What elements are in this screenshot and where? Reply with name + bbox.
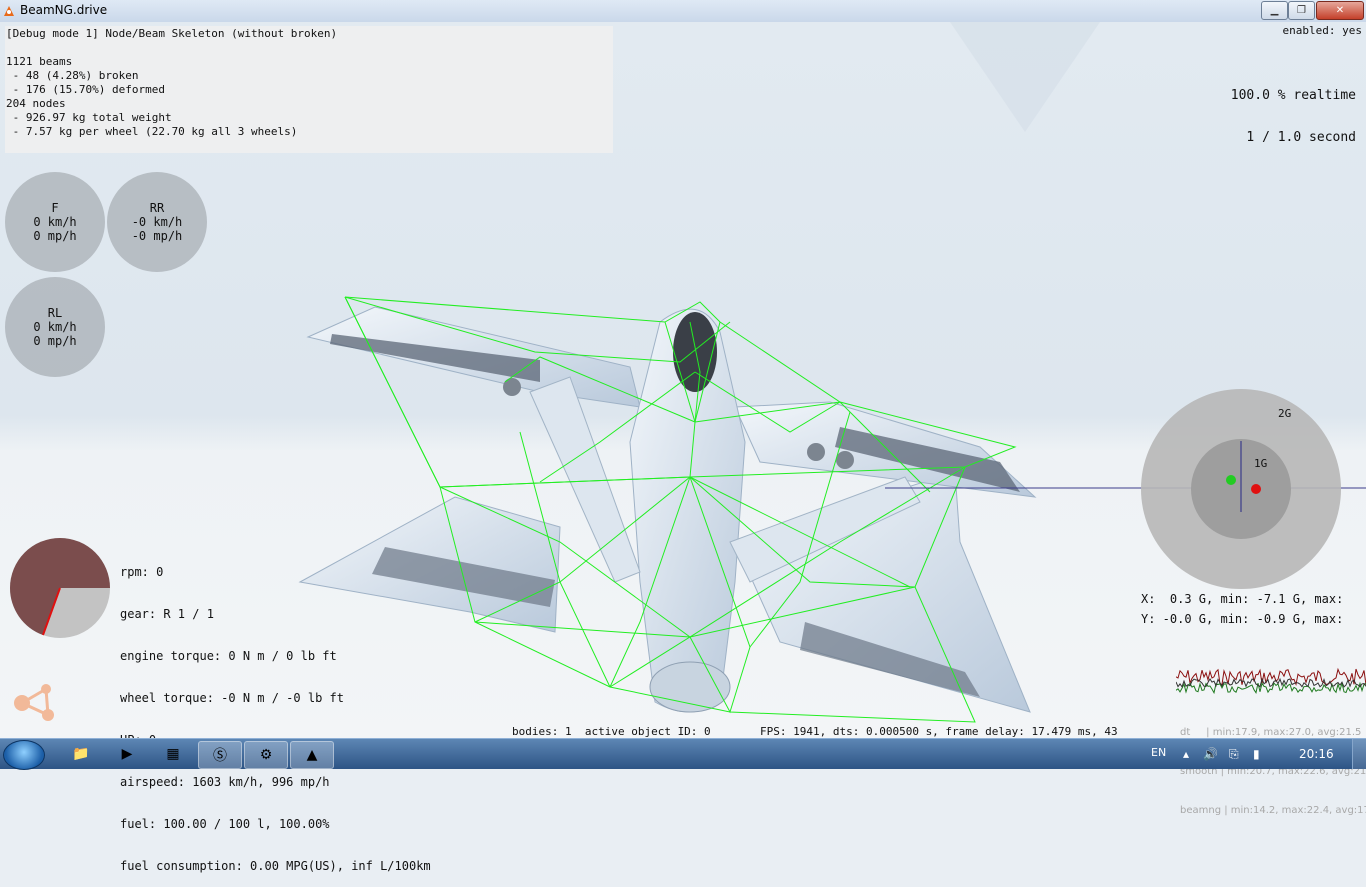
network-share-icon[interactable]: ⎘ xyxy=(1229,747,1239,762)
tray-expand-icon[interactable]: ▴ xyxy=(1183,747,1189,761)
g-current-dot xyxy=(1251,484,1261,494)
airspeed-readout: airspeed: 1603 km/h, 996 mp/h xyxy=(120,775,330,789)
wheel-f-gauge: F 0 km/h 0 mp/h xyxy=(5,172,105,272)
beamng-icon[interactable]: ▲ xyxy=(290,741,334,769)
maximize-button[interactable]: ❐ xyxy=(1288,1,1315,20)
realtime-readout: 100.0 % realtime 1 / 1.0 second xyxy=(1231,61,1356,159)
wheel-speed-kmh: 0 km/h xyxy=(33,320,77,334)
window-title-bar[interactable]: BeamNG.drive ▁ ❐ ✕ xyxy=(0,0,1366,23)
debug-header: [Debug mode 1] Node/Beam Skeleton (witho… xyxy=(6,27,338,40)
clock[interactable]: 20:16 xyxy=(1299,747,1334,761)
skype-icon[interactable]: Ⓢ xyxy=(198,741,242,769)
wheel-label: RR xyxy=(149,201,165,215)
engine-info: rpm: 0 gear: R 1 / 1 engine torque: 0 N … xyxy=(120,537,431,887)
g-y-readout: Y: -0.0 G, min: -0.9 G, max: xyxy=(1141,612,1344,626)
engine-torque-readout: engine torque: 0 N m / 0 lb ft xyxy=(120,649,337,663)
legend-beamng: beamng | min:14.2, max:22.4, avg:17.0 xyxy=(1180,805,1366,816)
beamng-app-icon xyxy=(4,6,14,16)
fuel-consumption-readout: fuel consumption: 0.00 MPG(US), inf L/10… xyxy=(120,859,431,873)
fps-stats: FPS: 1941, dts: 0.000500 s, frame delay:… xyxy=(760,725,1118,738)
nodes-count: 204 nodes xyxy=(6,97,66,110)
wheel-speed-mph: 0 mp/h xyxy=(33,229,77,243)
rpm-gauge xyxy=(10,538,110,638)
beams-count: 1121 beams xyxy=(6,55,73,68)
enabled-status: enabled: yes xyxy=(1282,24,1362,37)
wheel-speed-kmh: -0 km/h xyxy=(131,215,183,229)
window-title: BeamNG.drive xyxy=(20,3,108,17)
beams-deformed: - 176 (15.70%) deformed xyxy=(6,83,165,96)
g-x-readout: X: 0.3 G, min: -7.1 G, max: xyxy=(1141,592,1344,606)
g-label-1g: 1G xyxy=(1254,457,1267,470)
weight-per-wheel: - 7.57 kg per wheel (22.70 kg all 3 whee… xyxy=(6,125,298,138)
wheel-rr-gauge: RR -0 km/h -0 mp/h xyxy=(107,172,207,272)
wheel-rl-gauge: RL 0 km/h 0 mp/h xyxy=(5,277,105,377)
wheel-label: F xyxy=(51,201,59,215)
minimize-button[interactable]: ▁ xyxy=(1261,1,1288,20)
media-player-icon[interactable]: ▶ xyxy=(106,741,148,767)
taskbar: 📁 ▶ ▦ Ⓢ ⚙ ▲ EN ▴ 🔊 ⎘ ▮ 20:16 xyxy=(0,738,1366,770)
language-indicator[interactable]: EN xyxy=(1151,746,1166,759)
signal-icon[interactable]: ▮ xyxy=(1253,747,1260,761)
show-desktop-button[interactable] xyxy=(1352,739,1366,769)
rpm-readout: rpm: 0 xyxy=(120,565,164,579)
g-reference-dot xyxy=(1226,475,1236,485)
wheel-speed-mph: 0 mp/h xyxy=(33,334,77,348)
realtime-ratio: 1 / 1.0 second xyxy=(1246,130,1356,145)
start-button[interactable] xyxy=(3,740,45,770)
debug-info-panel: [Debug mode 1] Node/Beam Skeleton (witho… xyxy=(5,26,613,153)
volume-icon[interactable]: 🔊 xyxy=(1203,747,1218,761)
beamng-logo-icon xyxy=(14,684,54,721)
calculator-icon[interactable]: ▦ xyxy=(152,741,194,767)
steam-icon[interactable]: ⚙ xyxy=(244,741,288,769)
bodies-stats: bodies: 1 active object ID: 0 xyxy=(512,725,711,738)
wheel-speed-kmh: 0 km/h xyxy=(33,215,77,229)
g-label-2g: 2G xyxy=(1278,407,1291,420)
frame-time-graph xyxy=(1176,667,1366,695)
gear-readout: gear: R 1 / 1 xyxy=(120,607,214,621)
explorer-icon[interactable]: 📁 xyxy=(60,741,102,767)
fuel-readout: fuel: 100.00 / 100 l, 100.00% xyxy=(120,817,330,831)
beams-broken: - 48 (4.28%) broken xyxy=(6,69,139,82)
wheel-speed-mph: -0 mp/h xyxy=(131,229,183,243)
wheel-label: RL xyxy=(47,306,63,320)
g-force-meter: 2G 1G xyxy=(1141,389,1341,589)
realtime-percent: 100.0 % realtime xyxy=(1230,88,1356,103)
total-weight: - 926.97 kg total weight xyxy=(6,111,172,124)
close-button[interactable]: ✕ xyxy=(1316,1,1364,20)
wheel-torque-readout: wheel torque: -0 N m / -0 lb ft xyxy=(120,691,344,705)
